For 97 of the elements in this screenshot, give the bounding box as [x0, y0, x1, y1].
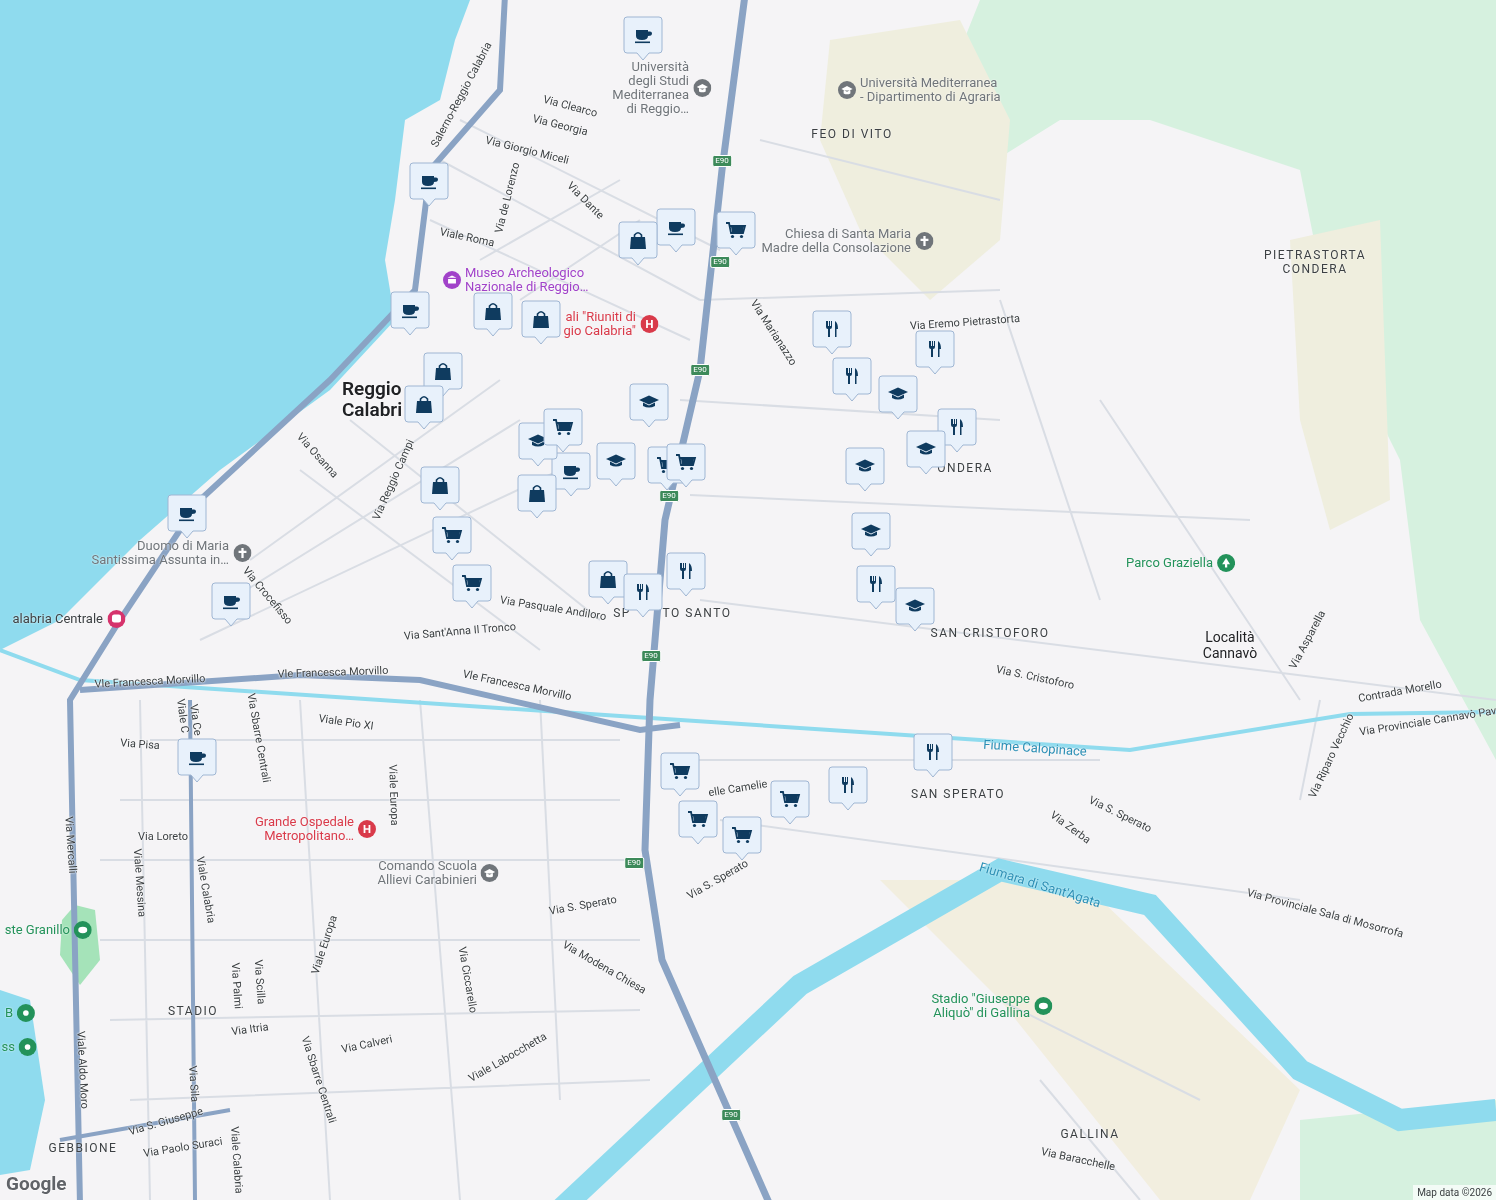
highway-shield: E90 [641, 650, 661, 662]
highway-shield: E90 [690, 364, 710, 376]
fork-knife-marker-icon[interactable] [666, 552, 706, 598]
place-label: Università Mediterranea - Dipartimento di Agraria [860, 76, 1001, 104]
coffee-cup-marker-icon[interactable] [390, 291, 430, 337]
highway-shield: E90 [624, 857, 644, 869]
place-label: Museo Archeologico Nazionale di Reggio… [465, 266, 589, 294]
street-label: Via S. Cristoforo [994, 661, 1076, 694]
pin-icon[interactable] [19, 1038, 37, 1056]
street-label: Viale Messina [129, 848, 150, 918]
street-label: Viale Europa [385, 764, 403, 826]
shopping-cart-marker-icon[interactable] [432, 516, 472, 562]
fork-knife-marker-icon[interactable] [828, 766, 868, 812]
coffee-cup-marker-icon[interactable] [177, 738, 217, 784]
graduation-cap-marker-icon[interactable] [878, 375, 918, 421]
shopping-cart-marker-icon[interactable] [660, 752, 700, 798]
cross-icon[interactable] [915, 232, 933, 250]
district-label: PIETRASTORTA CONDERA [1264, 248, 1366, 276]
street-label: Via Calveri [340, 1031, 394, 1058]
shopping-bag-marker-icon[interactable] [420, 466, 460, 512]
place-label: Parco Graziella [1126, 556, 1213, 570]
attribution-text: Map data ©2026 [1413, 1185, 1496, 1200]
graduation-cap-marker-icon[interactable] [596, 442, 636, 488]
place-label: B [4, 1006, 13, 1020]
fork-knife-marker-icon[interactable] [832, 357, 872, 403]
street-label: Via Sila [185, 1065, 203, 1103]
coffee-cup-marker-icon[interactable] [623, 16, 663, 62]
place-label: alabria Centrale [12, 612, 103, 626]
graduation-cap-marker-icon[interactable] [845, 447, 885, 493]
shopping-bag-marker-icon[interactable] [588, 560, 628, 606]
district-label: TO SANTO [662, 606, 732, 620]
street-label: Via de Lorenzo [492, 160, 524, 235]
tree-icon[interactable] [1217, 554, 1235, 572]
city-label: Reggio Calabri [341, 378, 403, 420]
highway-shield: E90 [712, 155, 732, 167]
street-label: Viale Pio XI [317, 710, 375, 735]
street-label: Viale Calabria [226, 1125, 247, 1195]
street-label: Viale C [172, 698, 192, 734]
place-label: Chiesa di Santa Maria Madre della Consolazione [761, 227, 911, 255]
place-label: ali "Riuniti di gio Calabria" [563, 310, 636, 338]
place-label: Università degli Studi Mediterranea di Reggio… [612, 60, 689, 116]
fork-knife-marker-icon[interactable] [915, 330, 955, 376]
shopping-cart-marker-icon[interactable] [770, 780, 810, 826]
shopping-cart-marker-icon[interactable] [716, 211, 756, 257]
fork-knife-marker-icon[interactable] [856, 565, 896, 611]
coffee-cup-marker-icon[interactable] [167, 494, 207, 540]
shopping-cart-marker-icon[interactable] [722, 816, 762, 862]
street-label: Via Pisa [119, 735, 161, 755]
coffee-cup-marker-icon[interactable] [656, 208, 696, 254]
graduation-cap-marker-icon[interactable] [629, 383, 669, 429]
fork-knife-marker-icon[interactable] [913, 733, 953, 779]
locality-label: Località Cannavò [1202, 629, 1258, 661]
google-logo: Google [6, 1170, 67, 1197]
shopping-bag-marker-icon[interactable] [521, 300, 561, 346]
river-label: Fiume Calopinace [982, 735, 1088, 761]
shopping-bag-marker-icon[interactable] [517, 474, 557, 520]
coffee-cup-marker-icon[interactable] [211, 582, 251, 628]
graduation-cap-marker-icon[interactable] [851, 512, 891, 558]
street-label: Vle Francesca Morvillo [94, 670, 206, 693]
district-label: SAN CRISTOFORO [930, 626, 1050, 640]
highway-shield: E90 [721, 1109, 741, 1121]
street-label: elle Camelie [707, 776, 769, 802]
street-label: Viale Europa [307, 913, 341, 977]
district-label: FEO DI VITO [811, 127, 893, 141]
street-label: Via Itria [230, 1019, 270, 1041]
shopping-cart-marker-icon[interactable] [666, 443, 706, 489]
street-label: Via S. Sperato [547, 891, 619, 920]
district-label: SAN SPERATO [910, 787, 1006, 801]
shopping-cart-marker-icon[interactable] [678, 800, 718, 846]
shopping-cart-marker-icon[interactable] [543, 408, 583, 454]
place-label: ss [1, 1040, 15, 1054]
hospital-icon[interactable] [640, 315, 658, 333]
fork-knife-marker-icon[interactable] [812, 310, 852, 356]
cross-icon[interactable] [233, 544, 251, 562]
place-label: ste Granillo [4, 923, 70, 937]
place-label: Stadio "Giuseppe Aliquò" di Gallina [931, 992, 1030, 1020]
pin-icon[interactable] [17, 1004, 35, 1022]
shopping-bag-marker-icon[interactable] [404, 385, 444, 431]
hospital-icon[interactable] [358, 820, 376, 838]
street-label: Via Mercalli [61, 815, 81, 875]
place-label: Comando Scuola Allievi Carabinieri [377, 859, 477, 887]
shopping-bag-marker-icon[interactable] [618, 221, 658, 267]
shopping-cart-marker-icon[interactable] [452, 564, 492, 610]
place-label: Grande Ospedale Metropolitano… [255, 815, 354, 843]
street-label: Viale Aldo Moro [73, 1030, 93, 1110]
street-label: Via Eremo Pietrastorta [909, 310, 1021, 335]
street-label: Via Palmi [227, 962, 246, 1010]
highway-shield: E90 [659, 490, 679, 502]
shopping-bag-marker-icon[interactable] [473, 292, 513, 338]
highway-shield: E90 [710, 256, 730, 268]
street-label: Via Sbarre Centrali [243, 692, 274, 784]
street-label: Via Loreto [138, 828, 188, 845]
coffee-cup-marker-icon[interactable] [409, 162, 449, 208]
street-label: Via Ciccarello [454, 945, 481, 1015]
district-label: GALLINA [1060, 1127, 1120, 1141]
street-label: Viale Calabria [192, 855, 219, 925]
street-label: Via Scilla [250, 959, 269, 1005]
